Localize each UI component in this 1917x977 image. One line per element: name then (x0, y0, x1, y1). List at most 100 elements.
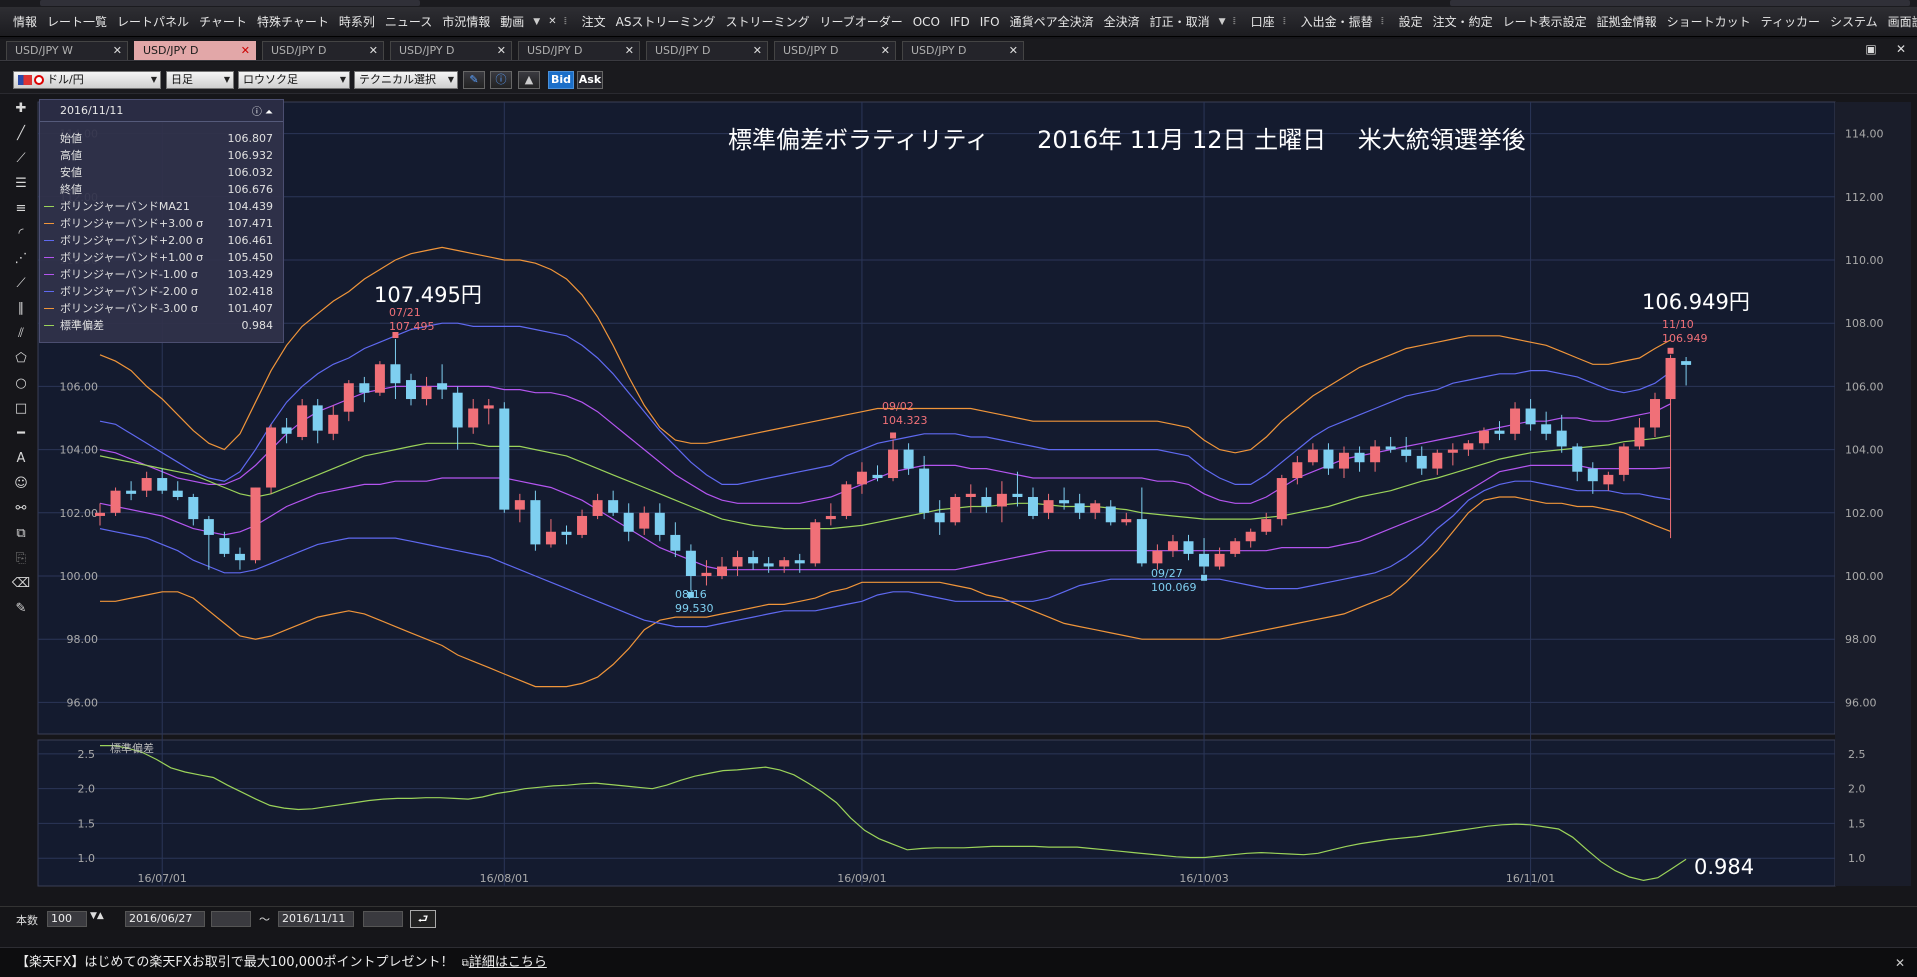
tab-usdjpy-1[interactable]: USD/JPY D ✕ (134, 41, 256, 60)
horizontal-line-icon[interactable]: ━ (10, 423, 32, 445)
menu-item-items-3[interactable]: チャート (194, 7, 252, 36)
text-icon[interactable]: A (10, 448, 32, 470)
menu-dropdown-icon[interactable]: ▼ (529, 17, 544, 27)
period-select[interactable]: 日足 ▼ (166, 71, 234, 89)
menu-item-items2-4[interactable]: OCO (908, 7, 945, 36)
close-icon[interactable]: ✕ (1895, 948, 1905, 977)
menu-item-items2-2[interactable]: ストリーミング (720, 7, 814, 36)
circle-icon[interactable]: ○ (10, 373, 32, 395)
copy-icon[interactable]: ⧉ (10, 523, 32, 545)
restore-icon[interactable]: ▣ (1861, 42, 1881, 57)
down-arrow-icon[interactable]: ▼ (90, 911, 97, 921)
pen-icon[interactable]: ✎ (463, 71, 485, 89)
tab-close-icon[interactable]: ✕ (881, 42, 890, 60)
tab-close-icon[interactable]: ✕ (1009, 42, 1018, 60)
up-arrow-icon[interactable]: ▲ (97, 911, 104, 921)
parallel-icon[interactable]: ⫽ (10, 323, 32, 345)
menu-item-items-8[interactable]: 動画 (495, 7, 529, 36)
tab-usdjpy-2[interactable]: USD/JPY D ✕ (262, 41, 384, 60)
bar-count-input[interactable]: 100 (47, 911, 87, 927)
pentagon-icon[interactable]: ⬠ (10, 348, 32, 370)
menu-item-items-5[interactable]: 時系列 (334, 7, 380, 36)
grip-icon[interactable]: ⦙⦙ (1378, 16, 1386, 27)
info-row-label: 終値 (60, 183, 82, 196)
menu-item-items-0[interactable]: 情報 (8, 7, 42, 36)
tab-usdjpy-0[interactable]: USD/JPY W ✕ (6, 41, 128, 60)
menu-item-items-1[interactable]: レート一覧 (42, 7, 112, 36)
info-icon[interactable]: ⓘ (252, 107, 262, 118)
tab-usdjpy-5[interactable]: USD/JPY D ✕ (646, 41, 768, 60)
start-time-input[interactable] (211, 911, 251, 927)
grip-icon[interactable]: ⦙⦙ (561, 16, 569, 27)
menu-item-items2-9[interactable]: 訂正・取消 (1145, 7, 1215, 36)
tab-close-icon[interactable]: ✕ (625, 42, 634, 60)
horizontal-lines-icon[interactable]: ☰ (10, 173, 32, 195)
info-icon[interactable]: ⓘ (490, 71, 512, 89)
menu-item-items2-0[interactable]: 注文 (577, 7, 611, 36)
menu-item-items2-8[interactable]: 全決済 (1099, 7, 1145, 36)
rectangle-icon[interactable]: □ (10, 398, 32, 420)
smiley-icon[interactable]: ☺ (10, 473, 32, 495)
menu-item-settings-5[interactable]: ティッカー (1756, 7, 1825, 36)
tab-usdjpy-7[interactable]: USD/JPY D ✕ (902, 41, 1024, 60)
bid-button[interactable]: Bid (548, 71, 574, 89)
tab-close-icon[interactable]: ✕ (497, 42, 506, 60)
end-date-input[interactable]: 2016/11/11 (278, 911, 354, 927)
menu-item-settings-7[interactable]: 画面設定 (1883, 7, 1917, 36)
collapse-icon[interactable]: ⏶ (265, 107, 273, 118)
trendline-icon[interactable]: ╱ (10, 123, 32, 145)
count-stepper[interactable]: ▼▲ (90, 911, 104, 921)
tab-usdjpy-6[interactable]: USD/JPY D ✕ (774, 41, 896, 60)
grip-icon[interactable]: ⦙⦙ (1230, 16, 1238, 27)
link-icon[interactable]: ⚯ (10, 498, 32, 520)
menu-item-items-4[interactable]: 特殊チャート (252, 7, 334, 36)
channel-icon[interactable]: ≡ (10, 198, 32, 220)
menu-item-settings-0[interactable]: 設定 (1394, 7, 1428, 36)
menu-item-settings-6[interactable]: システム (1825, 7, 1883, 36)
ruler-icon[interactable]: ⟋ (10, 148, 32, 170)
vertical-lines-icon[interactable]: ∥ (10, 298, 32, 320)
info-panel-buttons[interactable]: ⓘ ⏶ (252, 103, 273, 118)
ask-button[interactable]: Ask (577, 71, 603, 89)
menu-item-settings-4[interactable]: ショートカット (1662, 7, 1756, 36)
eraser-icon[interactable]: ⌫ (10, 573, 32, 595)
gann-fan-icon[interactable]: ⟋ (10, 273, 32, 295)
paste-icon[interactable]: ⎘ (10, 548, 32, 570)
crosshair-icon[interactable]: ✚ (10, 98, 32, 120)
menu-item-deposit[interactable]: 入出金・振替 (1296, 7, 1378, 36)
start-date-input[interactable]: 2016/06/27 (125, 911, 205, 927)
currency-pair-select[interactable]: ドル/円 ▼ (13, 71, 161, 89)
chart-area[interactable]: 96.00 96.00 98.00 98.00 100.00 100.00 102.00 10… (0, 94, 1917, 906)
menu-item-settings-1[interactable]: 注文・約定 (1428, 7, 1498, 36)
tab-usdjpy-4[interactable]: USD/JPY D ✕ (518, 41, 640, 60)
return-icon[interactable]: ⮐ (410, 910, 436, 928)
area-chart-icon[interactable]: ▲ (518, 71, 540, 89)
menu-item-items-6[interactable]: ニュース (380, 7, 437, 36)
tab-close-icon[interactable]: ✕ (369, 42, 378, 60)
grip-icon[interactable]: ⦙⦙ (1280, 16, 1288, 27)
menu-item-account[interactable]: 口座 (1246, 7, 1280, 36)
menu-dropdown-icon[interactable]: ▼ (1215, 17, 1230, 27)
end-time-input[interactable] (363, 911, 403, 927)
menu-item-settings-2[interactable]: レート表示設定 (1498, 7, 1592, 36)
close-window-icon[interactable]: ✕ (1891, 42, 1911, 57)
settings-icon[interactable]: ✎ (10, 598, 32, 620)
technical-select[interactable]: テクニカル選択 ▼ (354, 71, 458, 89)
menu-close-icon[interactable]: ✕ (544, 16, 560, 27)
menu-item-settings-3[interactable]: 証拠金情報 (1592, 7, 1662, 36)
menu-item-items-7[interactable]: 市況情報 (437, 7, 495, 36)
tab-close-icon[interactable]: ✕ (753, 42, 762, 60)
menu-item-items-2[interactable]: レートパネル (112, 7, 194, 36)
fibonacci-arc-icon[interactable]: ◜ (10, 223, 32, 245)
menu-item-items2-5[interactable]: IFD (945, 7, 975, 36)
tab-close-icon[interactable]: ✕ (241, 42, 250, 60)
menu-item-items2-1[interactable]: ASストリーミング (611, 7, 721, 36)
promo-link[interactable]: 詳細はこちら (469, 955, 547, 970)
fan-icon[interactable]: ⋰ (10, 248, 32, 270)
tab-close-icon[interactable]: ✕ (113, 42, 122, 60)
menu-item-items2-7[interactable]: 通貨ペア全決済 (1005, 7, 1099, 36)
menu-item-items2-6[interactable]: IFO (975, 7, 1005, 36)
chart-type-select[interactable]: ロウソク足 ▼ (238, 71, 350, 89)
tab-usdjpy-3[interactable]: USD/JPY D ✕ (390, 41, 512, 60)
menu-item-items2-3[interactable]: リーブオーダー (814, 7, 907, 36)
